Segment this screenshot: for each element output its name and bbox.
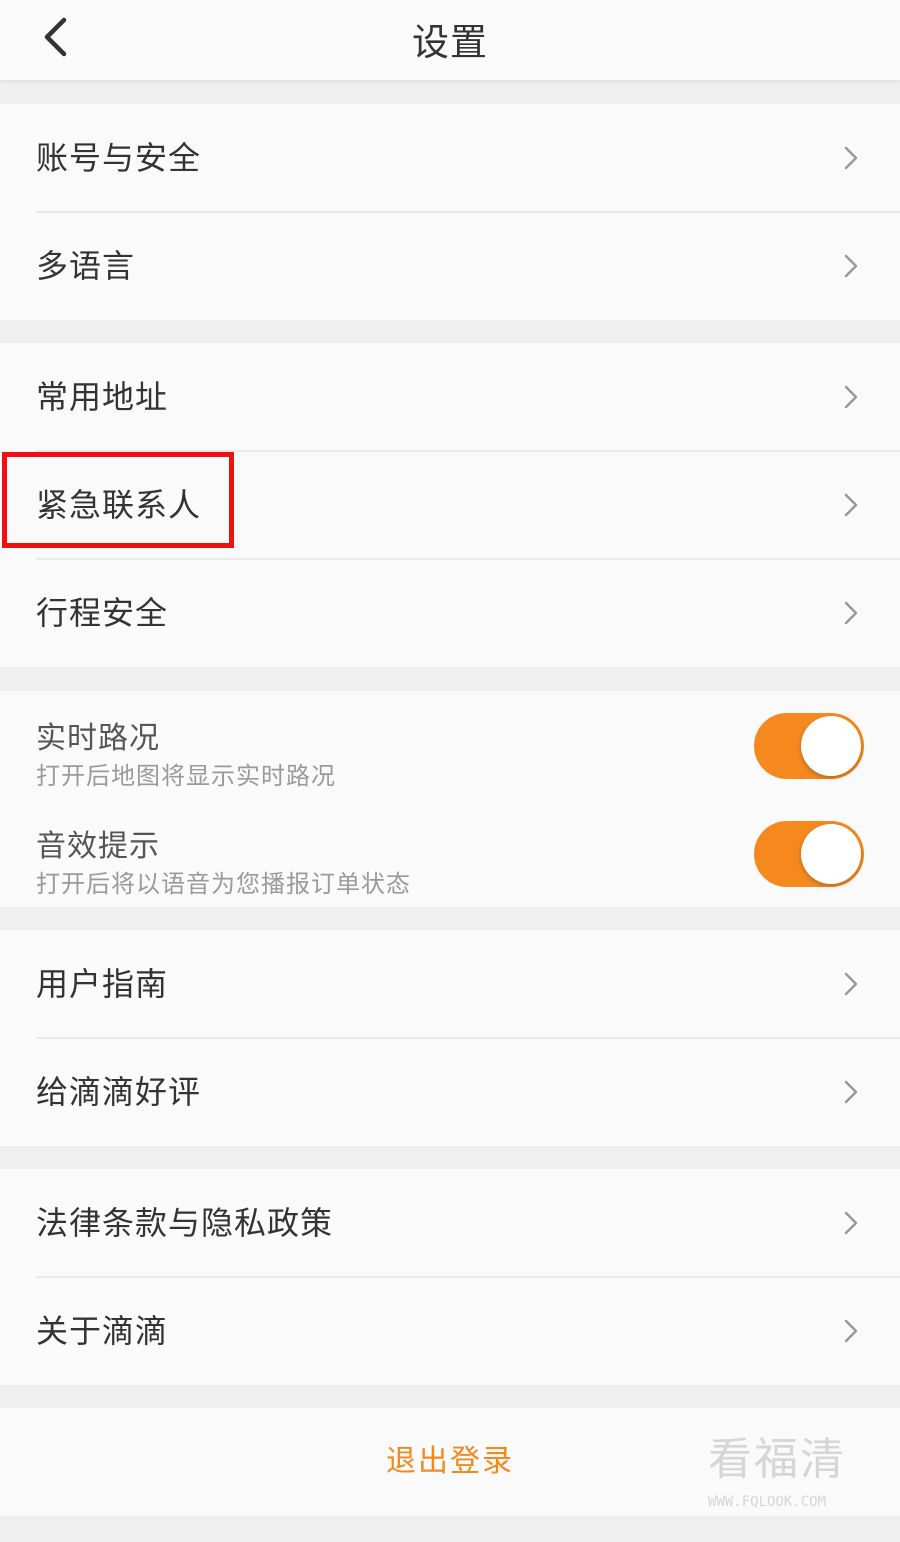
logout-group: 退出登录 <box>0 1408 900 1516</box>
menu-item-label: 给滴滴好评 <box>36 1073 202 1111</box>
chevron-right-icon <box>844 972 858 996</box>
menu-item-trip-safety[interactable]: 行程安全 <box>0 559 900 667</box>
toggle-subtitle: 打开后将以语音为您播报订单状态 <box>36 870 411 898</box>
menu-item-label: 账号与安全 <box>36 139 202 177</box>
menu-item-label: 关于滴滴 <box>36 1312 169 1350</box>
toggle-subtitle: 打开后地图将显示实时路况 <box>36 762 336 790</box>
switch-knob <box>801 716 861 776</box>
settings-group-legal: 法律条款与隐私政策 关于滴滴 <box>0 1169 900 1385</box>
menu-item-label: 法律条款与隐私政策 <box>36 1204 334 1242</box>
toggle-title: 实时路况 <box>36 721 160 756</box>
chevron-right-icon <box>844 1080 858 1104</box>
switch-knob <box>801 824 861 884</box>
chevron-right-icon <box>844 254 858 278</box>
toggle-row-realtime-traffic: 实时路况 打开后地图将显示实时路况 <box>0 691 900 799</box>
menu-item-account-security[interactable]: 账号与安全 <box>0 104 900 212</box>
settings-group-safety: 常用地址 紧急联系人 行程安全 <box>0 343 900 667</box>
chevron-right-icon <box>844 1319 858 1343</box>
menu-item-common-addresses[interactable]: 常用地址 <box>0 343 900 451</box>
toggle-title: 音效提示 <box>36 829 160 864</box>
menu-item-label: 用户指南 <box>36 965 169 1003</box>
realtime-traffic-switch[interactable] <box>754 713 864 779</box>
chevron-right-icon <box>844 601 858 625</box>
chevron-right-icon <box>844 146 858 170</box>
settings-group-help: 用户指南 给滴滴好评 <box>0 930 900 1146</box>
settings-group-toggles: 实时路况 打开后地图将显示实时路况 音效提示 打开后将以语音为您播报订单状态 <box>0 691 900 907</box>
settings-group-account: 账号与安全 多语言 <box>0 104 900 320</box>
menu-item-label: 行程安全 <box>36 594 169 632</box>
chevron-right-icon <box>844 1211 858 1235</box>
chevron-right-icon <box>844 493 858 517</box>
menu-item-rate-app[interactable]: 给滴滴好评 <box>0 1038 900 1146</box>
chevron-right-icon <box>844 385 858 409</box>
sound-prompt-switch[interactable] <box>754 821 864 887</box>
page-title: 设置 <box>412 21 488 64</box>
menu-item-emergency-contacts[interactable]: 紧急联系人 <box>0 451 900 559</box>
menu-item-label: 常用地址 <box>36 378 169 416</box>
nav-bar: 设置 <box>0 0 900 80</box>
menu-item-about[interactable]: 关于滴滴 <box>0 1277 900 1385</box>
menu-item-legal-privacy[interactable]: 法律条款与隐私政策 <box>0 1169 900 1277</box>
toggle-row-sound-prompt: 音效提示 打开后将以语音为您播报订单状态 <box>0 799 900 907</box>
menu-item-language[interactable]: 多语言 <box>0 212 900 320</box>
menu-item-user-guide[interactable]: 用户指南 <box>0 930 900 1038</box>
logout-button[interactable]: 退出登录 <box>0 1408 900 1516</box>
menu-item-label: 多语言 <box>36 247 136 285</box>
menu-item-label: 紧急联系人 <box>36 486 202 524</box>
